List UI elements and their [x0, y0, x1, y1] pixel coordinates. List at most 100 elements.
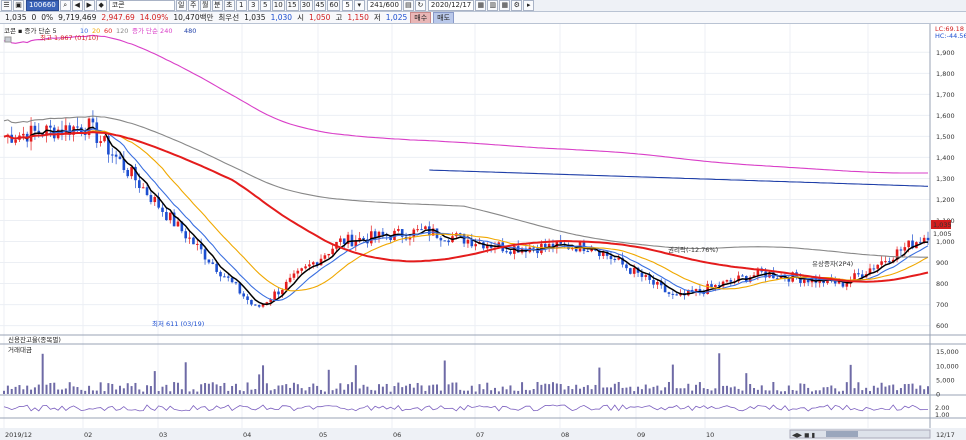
period-tick-button[interactable]: 초 — [223, 0, 235, 11]
volume-bar — [381, 386, 384, 394]
date-label: 2019/12 — [5, 431, 32, 439]
high-price: 1,150 — [347, 13, 369, 22]
date-label: 06 — [393, 431, 401, 439]
lock-icon[interactable]: ▣ — [13, 0, 24, 11]
refresh-icon[interactable]: ↻ — [414, 0, 426, 11]
menu-icon[interactable]: ☰ — [1, 0, 12, 11]
volume-axis-label: 5,000 — [936, 376, 955, 384]
search-icon[interactable]: ⌕ — [59, 0, 71, 11]
volume-bar — [401, 387, 404, 394]
collapse-icon[interactable] — [4, 36, 12, 43]
period-day-button[interactable]: 일 — [175, 0, 187, 11]
range-icon[interactable]: ▤ — [402, 0, 414, 11]
candle-body — [145, 187, 149, 196]
period-minute-button[interactable]: 분 — [211, 0, 223, 11]
period-1-button[interactable]: 1 — [235, 0, 247, 11]
period-60-button[interactable]: 60 — [327, 0, 341, 11]
volume-bar — [691, 390, 694, 394]
candle-body — [652, 279, 655, 285]
candle-body — [872, 268, 876, 270]
volume-bar — [756, 389, 759, 394]
volume-bar — [888, 385, 891, 394]
y-axis-label: 900 — [936, 259, 948, 267]
candle-body — [238, 283, 242, 294]
period-week-button[interactable]: 주 — [187, 0, 199, 11]
volume-bar — [142, 391, 145, 394]
chart-type-icon[interactable]: ◆ — [95, 0, 107, 11]
period-10-button[interactable]: 10 — [271, 0, 285, 11]
sell-button[interactable]: 매도 — [433, 12, 455, 23]
volume-bar — [238, 390, 241, 394]
volume-bar — [834, 388, 837, 394]
period-45-button[interactable]: 45 — [313, 0, 327, 11]
candle-body — [369, 231, 373, 244]
volume-bar — [838, 391, 841, 394]
stock-name-field[interactable]: 코콘 — [108, 0, 175, 11]
volume-bar — [60, 389, 63, 394]
period-month-button[interactable]: 월 — [199, 0, 211, 11]
prev-icon[interactable]: ◀ — [71, 0, 83, 11]
period-3-button[interactable]: 3 — [247, 0, 259, 11]
volume-bar — [470, 385, 473, 394]
candle-body — [613, 259, 617, 261]
stock-code-input[interactable]: 100660 — [26, 0, 59, 11]
y-axis-label: 600 — [936, 322, 948, 330]
legend-ma60: 60 — [104, 27, 112, 35]
buy-button[interactable]: 매수 — [410, 12, 432, 23]
candle-body — [806, 279, 810, 283]
y-axis-label: 1,500 — [936, 133, 955, 141]
volume-bar — [567, 386, 570, 394]
count-input[interactable]: 5 — [342, 0, 353, 11]
candle-body — [509, 251, 512, 254]
best-bid: 1,030 — [270, 13, 293, 22]
candle-body — [331, 248, 334, 254]
scroll-thumb[interactable] — [826, 431, 858, 437]
ma-price-tag-text: 1,005 — [933, 230, 952, 238]
volume-bar — [590, 389, 593, 394]
candle-body — [532, 247, 535, 249]
candle-body — [907, 240, 910, 248]
volume-bar — [671, 364, 674, 394]
volume-bar — [497, 391, 500, 394]
y-axis-label: 1,900 — [936, 49, 955, 57]
period-5-button[interactable]: 5 — [259, 0, 271, 11]
settings-icon[interactable]: ⚙ — [511, 0, 523, 11]
candle-body — [482, 242, 485, 249]
volume-bar — [447, 384, 450, 394]
volume-bar — [621, 387, 624, 394]
candle-body — [223, 276, 226, 278]
volume-bar — [211, 382, 214, 394]
count-stepper-icon[interactable]: ▾ — [353, 0, 365, 11]
change-percent: 0% — [41, 13, 54, 22]
grid-icon[interactable]: ▦ — [499, 0, 511, 11]
volume-bar — [609, 387, 612, 394]
date-input[interactable]: 2020/12/17 — [427, 0, 475, 11]
date-label: 07 — [476, 431, 484, 439]
calendar-icon[interactable]: ▦ — [475, 0, 487, 11]
volume-bar — [269, 390, 272, 394]
more-icon[interactable]: ▸ — [523, 0, 535, 11]
candle-body — [714, 284, 717, 288]
candle-body — [420, 229, 423, 231]
candle-body — [308, 264, 311, 267]
volume-bar — [892, 384, 895, 394]
legend-ma240: 증가 단순 240 — [132, 26, 172, 35]
candle-body — [327, 253, 331, 256]
volume-bar — [362, 384, 365, 394]
volume-bar — [424, 390, 427, 394]
stock-chart[interactable]: 코콘 ▪ 증가 단순 5 10 20 60 120 증가 단순 240 480 … — [0, 24, 966, 440]
volume-bar — [273, 389, 276, 394]
candle-body — [888, 261, 891, 263]
period-15-button[interactable]: 15 — [285, 0, 299, 11]
next-icon[interactable]: ▶ — [83, 0, 95, 11]
candle-body — [903, 247, 907, 251]
volume-bar — [451, 382, 454, 394]
volume-bar — [822, 387, 825, 394]
scroll-left-icon[interactable]: ◀▶ ◼ ▮ — [792, 431, 815, 439]
range-input[interactable]: 241/600 — [366, 0, 402, 11]
date-label: 03 — [159, 431, 167, 439]
period-30-button[interactable]: 30 — [299, 0, 313, 11]
volume-bar — [648, 388, 651, 394]
scroll-controls[interactable]: ◀▶ ◼ ▮ — [789, 429, 931, 439]
chart-icon[interactable]: ▥ — [487, 0, 499, 11]
